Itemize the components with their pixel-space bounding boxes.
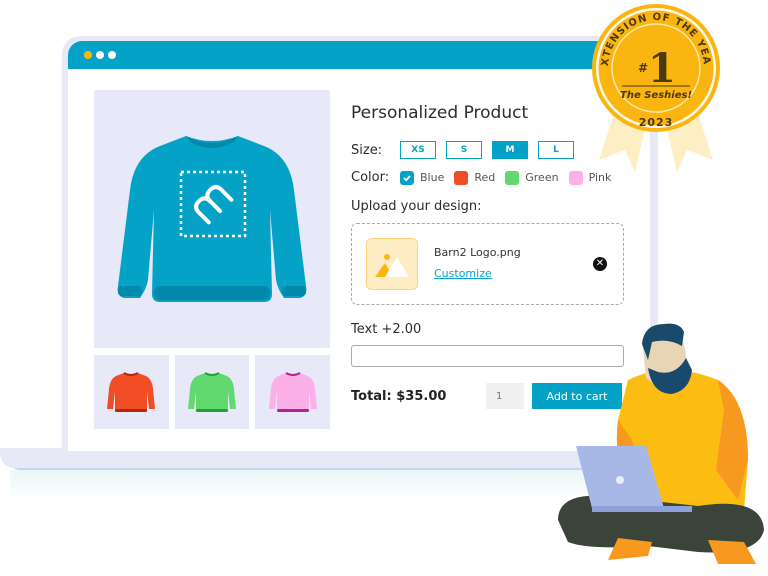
badge-rank: 1 xyxy=(648,45,676,92)
color-label: Color: xyxy=(351,170,390,185)
thumbnail-pink[interactable] xyxy=(255,355,331,429)
badge-hash: # xyxy=(638,61,648,75)
total-price: Total: $35.00 xyxy=(351,388,447,404)
upload-label: Upload your design: xyxy=(351,199,482,214)
window-dot-white[interactable] xyxy=(96,51,104,59)
color-chip[interactable] xyxy=(454,170,469,185)
sweater-icon xyxy=(117,136,307,302)
window-titlebar xyxy=(68,41,650,69)
sweater-icon xyxy=(268,372,317,412)
product-main-image[interactable] xyxy=(94,90,330,348)
window-dot-white[interactable] xyxy=(108,51,116,59)
color-option-label: Red xyxy=(474,171,496,184)
size-option-xs[interactable]: XS xyxy=(400,141,436,159)
quantity-input[interactable]: 1 xyxy=(486,383,524,409)
uploaded-file-name: Barn2 Logo.png xyxy=(434,246,521,259)
image-file-icon xyxy=(366,238,418,290)
remove-file-icon[interactable]: ✕ xyxy=(593,257,607,271)
checkbox-checked-icon[interactable] xyxy=(400,170,414,185)
window-dot-yellow[interactable] xyxy=(84,51,92,59)
thumbnail-green[interactable] xyxy=(174,355,250,429)
sweater-icon xyxy=(188,372,236,412)
customize-link[interactable]: Customize xyxy=(434,267,492,280)
color-option-red[interactable]: Red xyxy=(454,170,496,185)
person-with-laptop-illustration xyxy=(548,320,768,576)
color-chip[interactable] xyxy=(505,170,520,185)
sweater-icon xyxy=(107,372,156,412)
color-option-label: Blue xyxy=(420,171,445,184)
product-thumbnails xyxy=(94,355,331,429)
thumbnail-red[interactable] xyxy=(94,355,169,429)
color-option-blue[interactable]: Blue xyxy=(400,170,445,185)
badge-year: 2023 xyxy=(639,116,674,129)
award-badge: EXTENSION OF THE YEAR # 1 The Seshies! 2… xyxy=(585,0,725,180)
size-option-l[interactable]: L xyxy=(538,141,574,159)
size-option-m[interactable]: M xyxy=(492,141,528,159)
color-chip[interactable] xyxy=(568,170,583,185)
color-option-label: Green xyxy=(525,171,559,184)
color-option-green[interactable]: Green xyxy=(505,170,559,185)
upload-dropzone[interactable]: Barn2 Logo.png Customize ✕ xyxy=(351,223,624,305)
size-option-s[interactable]: S xyxy=(446,141,482,159)
badge-award-name: The Seshies! xyxy=(620,90,692,101)
size-label: Size: xyxy=(351,142,383,158)
